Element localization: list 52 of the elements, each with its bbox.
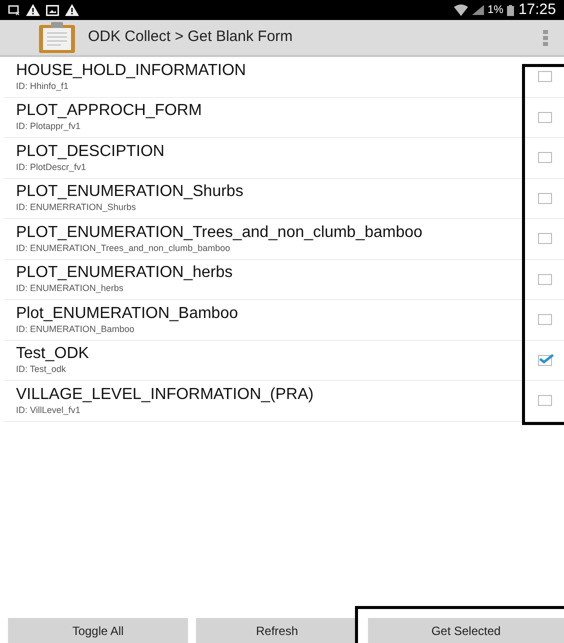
checkbox[interactable] [538, 112, 552, 123]
clipboard-icon [38, 22, 76, 54]
checkbox[interactable] [538, 395, 552, 406]
form-id: ID: ENUMERATION_Bamboo [16, 324, 136, 334]
form-name: PLOT_ENUMERATION_Shurbs [16, 184, 244, 200]
form-name: HOUSE_HOLD_INFORMATION [16, 62, 246, 79]
form-list-item[interactable]: PLOT_ENUMERATION_herbs ID: ENUMERATION_herbs [4, 260, 564, 300]
action-button[interactable]: Get Selected [368, 618, 564, 643]
battery-percent: 1% [488, 2, 504, 18]
form-list-item[interactable]: VILLAGE_LEVEL_INFORMATION_(PRA) ID: VillLevel_fv1 [4, 381, 564, 422]
checkbox[interactable] [538, 314, 552, 326]
form-id: ID: Plotappr_fv1 [16, 122, 82, 132]
form-name: PLOT_ENUMERATION_herbs [16, 265, 233, 282]
form-name: Test_ODK [16, 346, 89, 362]
form-id: ID: Hhinfo_f1 [16, 82, 70, 91]
warning-icon [26, 4, 40, 16]
action-button[interactable]: Toggle All [8, 618, 188, 643]
form-list-item[interactable]: PLOT_APPROCH_FORM ID: Plotappr_fv1 [4, 98, 564, 138]
checkbox[interactable] [538, 152, 552, 164]
clock: 17:25 [518, 0, 556, 20]
form-id: ID: Test_odk [16, 365, 67, 374]
form-id: ID: PlotDescr_fv1 [16, 162, 88, 172]
warning-icon [65, 4, 79, 16]
checkbox[interactable] [538, 192, 552, 204]
form-list-item[interactable]: PLOT_ENUMERATION_Shurbs ID: ENUMERRATION_Shurbs [4, 178, 564, 219]
image-icon [46, 4, 59, 16]
wifi-icon [454, 4, 468, 16]
overflow-menu-icon[interactable] [543, 30, 548, 46]
checkbox[interactable] [538, 274, 552, 285]
form-id: ID: ENUMERATION_Trees_and_non_clumb_bamboo [16, 244, 232, 253]
form-id: ID: ENUMERRATION_Shurbs [16, 203, 137, 212]
form-name: VILLAGE_LEVEL_INFORMATION_(PRA) [16, 386, 314, 403]
form-list-item[interactable]: Plot_ENUMERATION_Bamboo ID: ENUMERATION_Bamboo [4, 300, 564, 340]
checkmark-icon [539, 352, 554, 364]
form-list-item[interactable]: HOUSE_HOLD_INFORMATION ID: Hhinfo_f1 [4, 57, 564, 98]
signal-icon [472, 5, 484, 15]
action-button[interactable]: Refresh [196, 618, 358, 643]
form-list-item[interactable]: PLOT_ENUMERATION_Trees_and_non_clumb_bamboo ID: ENUMERATION_Trees_and_non_clumb_bamboo [4, 219, 564, 260]
checkbox[interactable] [538, 233, 552, 244]
checkbox[interactable] [538, 354, 552, 366]
checkbox[interactable] [538, 71, 552, 82]
form-list-item[interactable]: Test_ODK ID: Test_odk [4, 340, 564, 381]
form-name: PLOT_ENUMERATION_Trees_and_non_clumb_bamboo [16, 224, 422, 241]
form-name: PLOT_DESCIPTION [16, 144, 164, 160]
battery-icon [507, 4, 514, 16]
notification-icon [8, 4, 20, 16]
form-id: ID: ENUMERATION_herbs [16, 284, 124, 294]
form-list-item[interactable]: PLOT_DESCIPTION ID: PlotDescr_fv1 [4, 138, 564, 178]
form-name: PLOT_APPROCH_FORM [16, 103, 202, 120]
form-id: ID: VillLevel_fv1 [16, 406, 82, 415]
form-name: Plot_ENUMERATION_Bamboo [16, 306, 238, 322]
app-bar-title: ODK Collect > Get Blank Form [88, 27, 293, 48]
